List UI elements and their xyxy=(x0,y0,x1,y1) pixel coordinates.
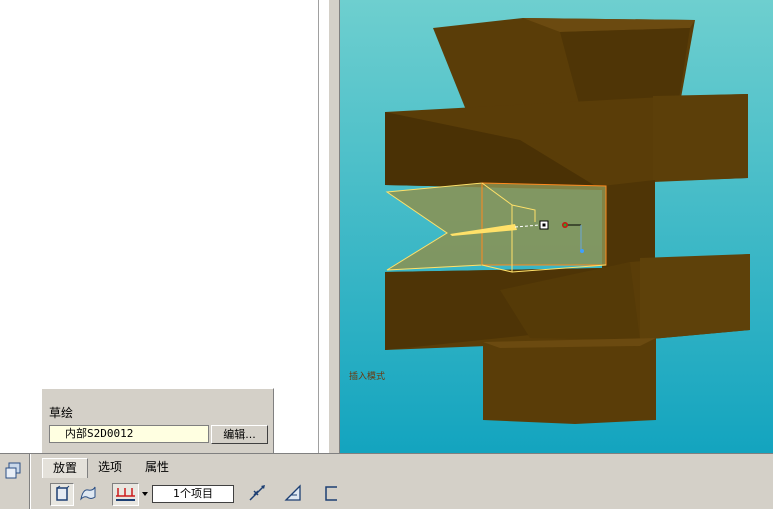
flip-direction-button[interactable] xyxy=(246,483,270,506)
depth-option-button[interactable] xyxy=(320,483,344,506)
tab-placement[interactable]: 放置 xyxy=(42,458,88,478)
remove-material-icon xyxy=(116,488,135,501)
solid-button[interactable] xyxy=(50,483,74,506)
model-tree-panel[interactable] xyxy=(0,0,328,453)
flip-direction-icon xyxy=(249,485,265,501)
remove-material-button[interactable] xyxy=(112,483,139,506)
feature-icon[interactable] xyxy=(4,461,24,481)
feature-dashboard: 放置 选项 属性 1个项目 xyxy=(0,453,773,509)
sketch-slideup-panel: 草绘 内部S2D0012 编辑... xyxy=(41,388,274,453)
chevron-down-icon[interactable] xyxy=(141,490,149,498)
depth-icon xyxy=(325,486,337,501)
dashboard-divider xyxy=(29,454,31,509)
surface-button[interactable] xyxy=(77,483,101,506)
edit-sketch-button[interactable]: 编辑... xyxy=(211,425,268,444)
viewport-canvas xyxy=(340,0,773,453)
tab-options[interactable]: 选项 xyxy=(92,458,128,478)
sketch-name-field[interactable]: 内部S2D0012 xyxy=(49,425,209,443)
graphics-viewport[interactable]: 插入模式 xyxy=(340,0,773,453)
thicken-icon xyxy=(284,484,301,501)
viewport-mode-label: 插入模式 xyxy=(349,372,386,382)
model-tree-scrollbar[interactable] xyxy=(318,0,328,453)
thicken-button[interactable] xyxy=(282,483,306,506)
panel-splitter[interactable] xyxy=(328,0,340,453)
solid-icon xyxy=(56,485,70,501)
sketch-panel-title: 草绘 xyxy=(49,406,74,420)
reference-collector[interactable]: 1个项目 xyxy=(152,485,234,503)
surface-icon xyxy=(80,486,96,501)
tab-properties[interactable]: 属性 xyxy=(139,458,175,478)
